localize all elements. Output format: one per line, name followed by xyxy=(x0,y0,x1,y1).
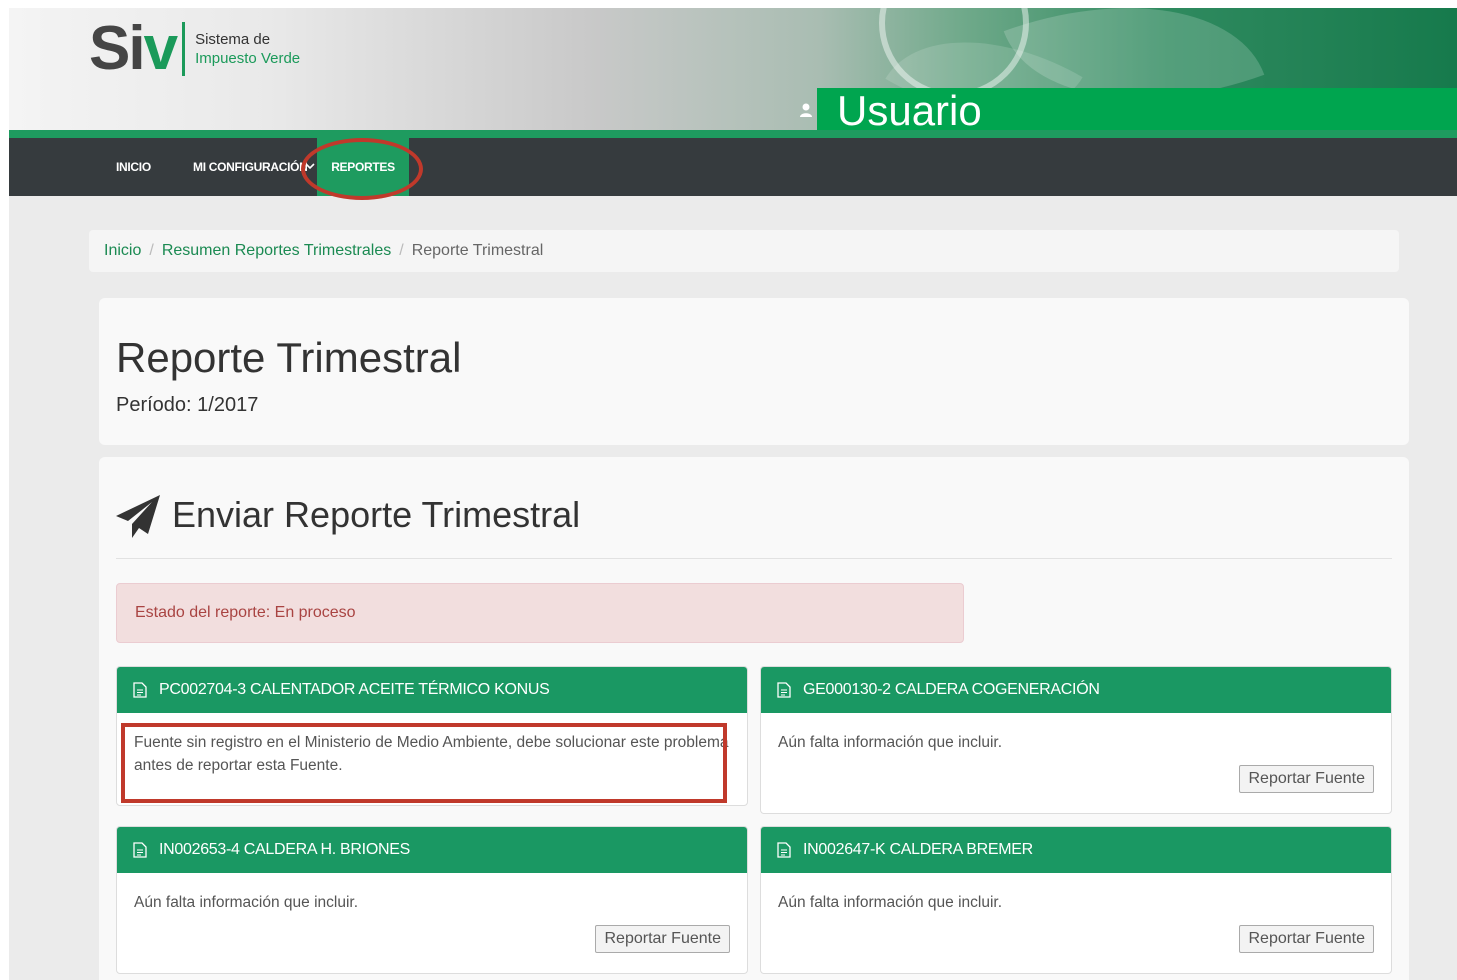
card-body: Aún falta información que incluir. Repor… xyxy=(761,873,1391,973)
card-title: GE000130-2 CALDERA COGENERACIÓN xyxy=(803,681,1100,698)
logo-wordmark: Siv xyxy=(89,14,178,83)
report-source-button[interactable]: Reportar Fuente xyxy=(1239,925,1374,953)
report-source-button[interactable]: Reportar Fuente xyxy=(595,925,730,953)
report-source-button[interactable]: Reportar Fuente xyxy=(1239,765,1374,793)
user-icon xyxy=(800,103,812,117)
card-message: Aún falta información que incluir. xyxy=(134,894,359,911)
header-divider xyxy=(9,130,1457,138)
card-header: PC002704-3 CALENTADOR ACEITE TÉRMICO KON… xyxy=(117,667,747,713)
main-nav: INICIO MI CONFIGURACIÓN REPORTES xyxy=(9,138,1457,196)
card-message: Aún falta información que incluir. xyxy=(778,894,1003,911)
card-title: IN002647-K CALDERA BREMER xyxy=(803,841,1033,858)
breadcrumb-link-inicio[interactable]: Inicio xyxy=(104,242,141,259)
breadcrumb-separator: / xyxy=(149,242,154,259)
card-body: Aún falta información que incluir. Repor… xyxy=(117,873,747,973)
card-header: IN002647-K CALDERA BREMER xyxy=(761,827,1391,873)
breadcrumb-link-resumen[interactable]: Resumen Reportes Trimestrales xyxy=(162,242,391,259)
status-alert: Estado del reporte: En proceso xyxy=(116,583,964,643)
section-divider xyxy=(116,558,1392,559)
card-header: GE000130-2 CALDERA COGENERACIÓN xyxy=(761,667,1391,713)
document-icon xyxy=(777,682,791,698)
source-card: GE000130-2 CALDERA COGENERACIÓN Aún falt… xyxy=(760,666,1392,814)
paper-plane-icon xyxy=(116,495,160,538)
user-menu[interactable]: Usuario xyxy=(817,88,1457,134)
section-title: Enviar Reporte Trimestral xyxy=(172,494,581,535)
send-report-panel: Enviar Reporte Trimestral Estado del rep… xyxy=(99,457,1409,980)
breadcrumb: Inicio / Resumen Reportes Trimestrales / Rep… xyxy=(89,230,1399,272)
document-icon xyxy=(777,842,791,858)
card-title: IN002653-4 CALDERA H. BRIONES xyxy=(159,841,410,858)
nav-item-inicio[interactable]: INICIO xyxy=(116,138,151,196)
card-message: Aún falta información que incluir. xyxy=(778,734,1003,751)
app-frame: Siv Sistema de Impuesto Verde Usuario IN… xyxy=(9,8,1457,980)
chevron-down-icon[interactable] xyxy=(305,138,315,196)
card-header: IN002653-4 CALDERA H. BRIONES xyxy=(117,827,747,873)
card-message: Fuente sin registro en el Ministerio de … xyxy=(134,734,729,774)
source-card: PC002704-3 CALENTADOR ACEITE TÉRMICO KON… xyxy=(116,666,748,806)
logo-subtitle: Sistema de Impuesto Verde xyxy=(195,31,301,67)
breadcrumb-current: Reporte Trimestral xyxy=(411,242,544,259)
nav-item-mi-configuracion[interactable]: MI CONFIGURACIÓN xyxy=(193,138,308,196)
logo-divider xyxy=(182,22,186,76)
source-card: IN002653-4 CALDERA H. BRIONES Aún falta … xyxy=(116,826,748,974)
title-panel: Reporte Trimestral Período: 1/2017 xyxy=(99,298,1409,445)
nav-item-reportes[interactable]: REPORTES xyxy=(317,138,409,196)
page-title: Reporte Trimestral xyxy=(116,334,462,381)
document-icon xyxy=(133,842,147,858)
siv-logo[interactable]: Siv Sistema de Impuesto Verde xyxy=(89,18,300,80)
document-icon xyxy=(133,682,147,698)
breadcrumb-separator: / xyxy=(399,242,404,259)
card-body: Fuente sin registro en el Ministerio de … xyxy=(117,713,747,795)
card-body: Aún falta información que incluir. Repor… xyxy=(761,713,1391,813)
card-title: PC002704-3 CALENTADOR ACEITE TÉRMICO KON… xyxy=(159,681,550,698)
source-card: IN002647-K CALDERA BREMER Aún falta info… xyxy=(760,826,1392,974)
period-label: Período: 1/2017 xyxy=(116,394,259,416)
